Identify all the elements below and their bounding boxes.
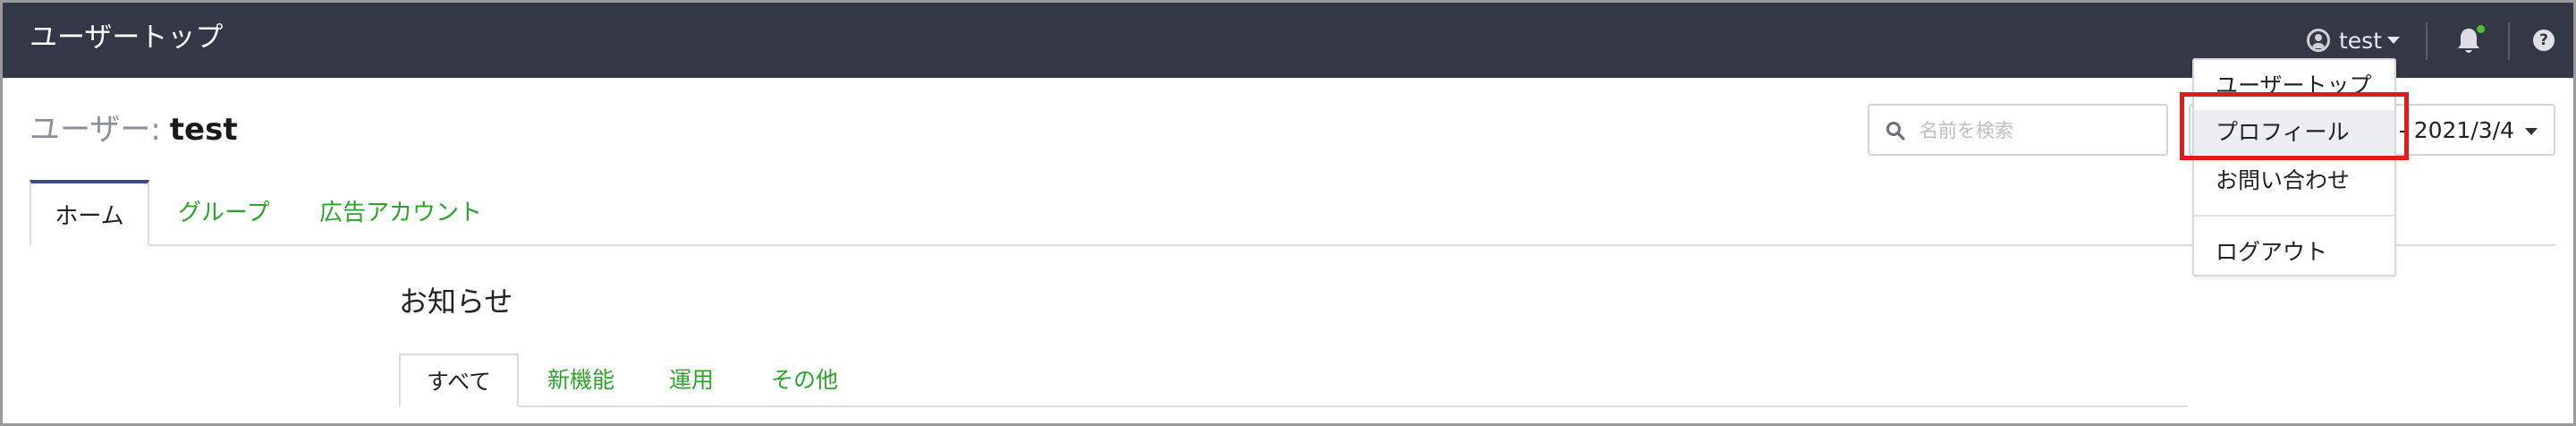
tab-all[interactable]: すべて	[399, 354, 519, 407]
header-divider	[2508, 22, 2510, 60]
notifications-button[interactable]	[2455, 25, 2485, 56]
menu-divider	[2194, 215, 2394, 217]
menu-item-contact[interactable]: お問い合わせ	[2194, 158, 2394, 203]
app-window: ユーザートップ test ? ユーザー:test 4 - 2021/3/4	[0, 0, 2576, 426]
tab-other[interactable]: その他	[771, 354, 838, 407]
notice-title: お知らせ	[399, 285, 513, 319]
chevron-down-icon	[2525, 128, 2538, 135]
tab-new-features[interactable]: 新機能	[547, 354, 614, 407]
main-tabs: ホーム グループ 広告アカウント	[30, 180, 2555, 246]
page-title-user: test	[169, 112, 238, 148]
chevron-down-icon	[2387, 37, 2401, 44]
app-title[interactable]: ユーザートップ	[30, 19, 223, 56]
page-title-label: ユーザー:	[30, 112, 161, 148]
top-navigation-bar: ユーザートップ test ?	[3, 3, 2573, 78]
tab-operations[interactable]: 運用	[669, 354, 714, 407]
user-menu-name: test	[2339, 27, 2383, 54]
page-title: ユーザー: test	[30, 108, 238, 151]
search-input[interactable]	[1919, 115, 2161, 147]
notification-dot	[2477, 25, 2485, 33]
help-icon[interactable]: ?	[2533, 30, 2555, 51]
tab-ad-accounts[interactable]: 広告アカウント	[319, 180, 482, 246]
user-circle-icon	[2307, 29, 2330, 52]
menu-item-logout[interactable]: ログアウト	[2194, 230, 2394, 275]
search-icon	[1886, 122, 1905, 141]
notice-tabs: すべて 新機能 運用 その他	[399, 354, 2188, 407]
profile-highlight-box	[2180, 92, 2409, 160]
tab-groups[interactable]: グループ	[178, 180, 269, 246]
tab-home[interactable]: ホーム	[30, 180, 149, 246]
user-menu-toggle[interactable]: test	[2307, 22, 2401, 58]
search-field[interactable]	[1868, 104, 2168, 156]
header-divider	[2426, 22, 2428, 60]
user-dropdown-menu: ユーザートップ プロフィール お問い合わせ ログアウト	[2192, 58, 2396, 277]
